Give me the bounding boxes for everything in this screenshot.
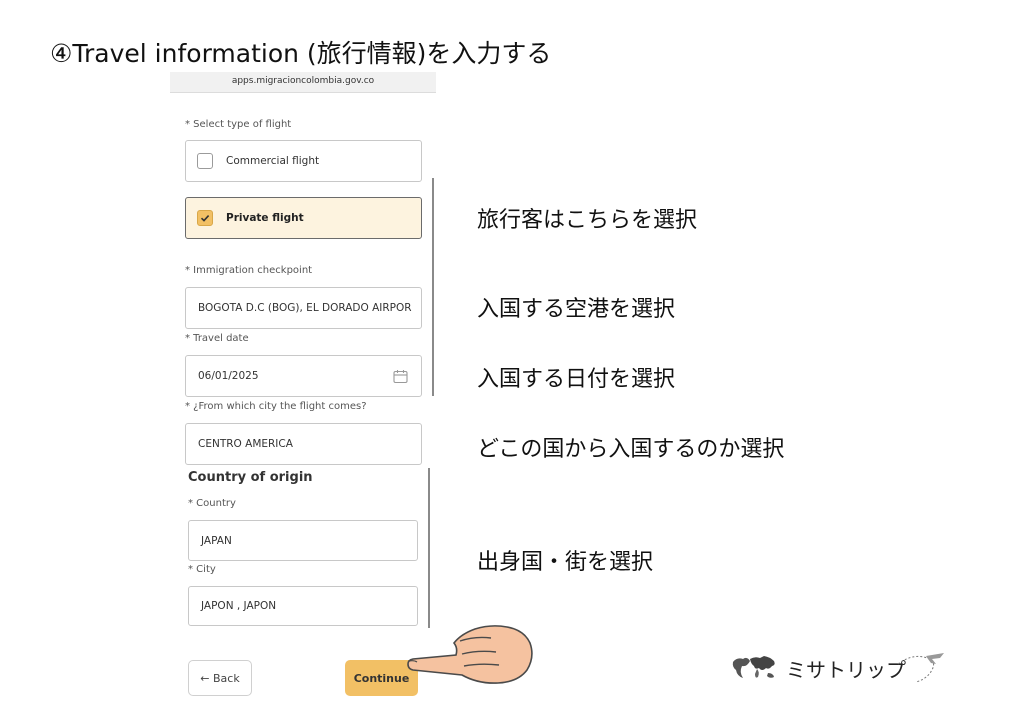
calendar-icon[interactable]: [393, 369, 408, 384]
commercial-flight-option[interactable]: Commercial flight: [185, 140, 422, 182]
annotation-airport: 入国する空港を選択: [477, 297, 676, 322]
checkpoint-value: BOGOTA D.C (BOG), EL DORADO AIRPOR: [198, 302, 412, 314]
travel-date-field[interactable]: 06/01/2025: [185, 355, 422, 397]
section-divider: [432, 178, 434, 396]
page-title: ④Travel information (旅行情報)を入力する: [50, 39, 552, 68]
checkpoint-select[interactable]: BOGOTA D.C (BOG), EL DORADO AIRPOR: [185, 287, 422, 329]
back-button[interactable]: ← Back: [188, 660, 252, 696]
checkpoint-label: * Immigration checkpoint: [185, 265, 313, 276]
private-flight-option[interactable]: Private flight: [185, 197, 422, 239]
annotation-from-country: どこの国から入国するのか選択: [477, 437, 785, 462]
commercial-flight-checkbox[interactable]: [197, 153, 213, 169]
world-map-logo-icon: [732, 656, 775, 678]
city-value: JAPON , JAPON: [201, 600, 277, 612]
private-flight-checkbox[interactable]: [197, 210, 213, 226]
country-select[interactable]: JAPAN: [188, 520, 418, 561]
annotation-date: 入国する日付を選択: [477, 367, 676, 392]
private-flight-label: Private flight: [226, 212, 304, 224]
country-of-origin-heading: Country of origin: [188, 470, 313, 485]
travel-date-value: 06/01/2025: [198, 370, 259, 382]
check-icon: [200, 215, 210, 222]
from-city-select[interactable]: CENTRO AMERICA: [185, 423, 422, 465]
annotation-origin: 出身国・街を選択: [477, 550, 654, 575]
brand-name: ミサトリップ: [786, 658, 906, 682]
pointing-hand-icon: [407, 625, 533, 684]
commercial-flight-label: Commercial flight: [226, 155, 320, 167]
url-bar[interactable]: apps.migracioncolombia.gov.co: [170, 72, 436, 93]
country-value: JAPAN: [201, 534, 232, 547]
city-label: * City: [188, 564, 216, 575]
from-city-value: CENTRO AMERICA: [198, 438, 293, 450]
flight-type-label: * Select type of flight: [185, 119, 292, 130]
country-label: * Country: [188, 498, 236, 509]
annotation-flight-type: 旅行客はこちらを選択: [477, 208, 698, 233]
airplane-icon: [897, 653, 944, 683]
city-select[interactable]: JAPON , JAPON: [188, 586, 418, 626]
travel-date-label: * Travel date: [185, 333, 249, 344]
section-divider: [428, 468, 430, 628]
from-city-label: * ¿From which city the flight comes?: [185, 401, 367, 412]
